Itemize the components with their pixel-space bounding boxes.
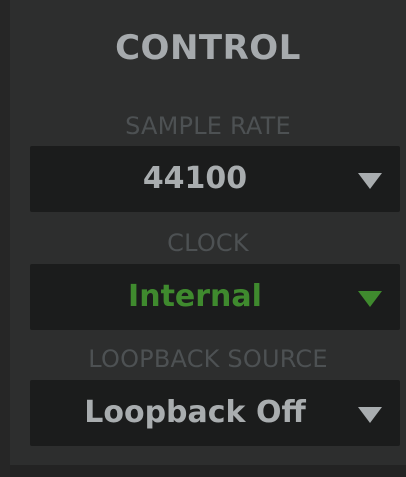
loopback-source-select[interactable]: Loopback Off <box>30 380 400 446</box>
sample-rate-label: SAMPLE RATE <box>125 112 291 140</box>
panel-footer-divider <box>10 465 406 477</box>
loopback-source-value: Loopback Off <box>84 395 306 430</box>
clock-label: CLOCK <box>167 229 249 257</box>
sample-rate-value: 44100 <box>142 161 248 196</box>
loopback-source-label: LOOPBACK SOURCE <box>88 345 328 373</box>
clock-value: Internal <box>128 279 262 314</box>
chevron-down-icon <box>358 291 382 307</box>
clock-select[interactable]: Internal <box>30 264 400 330</box>
panel-title: CONTROL <box>115 28 301 68</box>
chevron-down-icon <box>358 407 382 423</box>
sample-rate-select[interactable]: 44100 <box>30 146 400 212</box>
chevron-down-icon <box>358 173 382 189</box>
control-panel: CONTROL SAMPLE RATE 44100 CLOCK Internal… <box>10 0 406 477</box>
